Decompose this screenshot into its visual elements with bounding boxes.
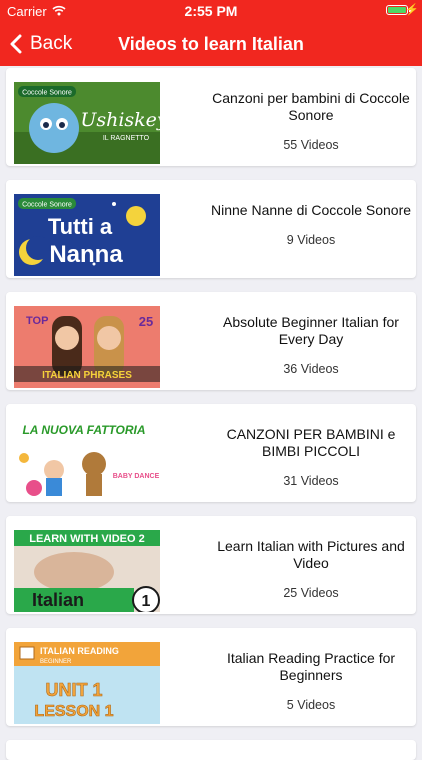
thumb-badge: LEARN WITH VIDEO 2 — [29, 533, 145, 545]
thumb-badge: ITALIAN READING — [40, 646, 119, 656]
playlist-title: Ninne Nanne di Coccole Sonore — [211, 202, 412, 218]
status-bar: Carrier 2:55 PM ⚡ — [0, 0, 422, 22]
playlist-info: Absolute Beginner Italian for Every Day … — [211, 292, 411, 390]
thumb-badge: Coccole Sonore — [22, 202, 72, 209]
thumb-line1: BABY DANCE — [113, 473, 160, 480]
thumb-line1: Ushiskey — [80, 109, 160, 131]
thumb-line2: 1 — [142, 593, 151, 610]
playlist-row[interactable]: Coccole Sonore Ushiskey IL RAGNETTO Canz… — [6, 68, 416, 166]
playlist-info: Learn Italian with Pictures and Video 25… — [211, 516, 411, 614]
playlist-info: Ninne Nanne di Coccole Sonore 9 Videos — [211, 180, 411, 278]
playlist-thumbnail: LA NUOVA FATTORIA BABY DANCE — [14, 418, 160, 500]
thumb-line1: Tutti a — [48, 214, 113, 239]
clock: 2:55 PM — [184, 3, 238, 19]
video-count: 5 Videos — [286, 698, 336, 712]
playlist-info: Canzoni per bambini di Coccole Sonore 55… — [211, 68, 411, 166]
playlist-row[interactable]: Coccole Sonore Tutti a Nanna Ninne Nanne… — [6, 180, 416, 278]
thumb-badge: Coccole Sonore — [22, 90, 72, 97]
playlist-title: Italian Reading Practice for Beginners — [226, 650, 396, 683]
playlist-row-partial[interactable] — [6, 740, 416, 760]
playlist-row[interactable]: LEARN WITH VIDEO 2 Italian 1 Learn Itali… — [6, 516, 416, 614]
thumb-badge: LA NUOVA FATTORIA — [22, 423, 145, 437]
playlist-title: CANZONI PER BAMBINI e BIMBI PICCOLI — [226, 426, 396, 459]
navigation-bar: Back Videos to learn Italian — [0, 22, 422, 66]
playlist-title: Absolute Beginner Italian for Every Day — [223, 314, 399, 347]
playlist-thumbnail: LEARN WITH VIDEO 2 Italian 1 — [14, 530, 160, 612]
thumb-line2: IL RAGNETTO — [103, 135, 150, 142]
playlist-thumbnail: ITALIAN READING BEGINNER UNIT 1 LESSON 1 — [14, 642, 160, 724]
thumb-line1: 25 — [139, 314, 153, 329]
video-count: 31 Videos — [283, 474, 339, 488]
playlist-thumbnail: Coccole Sonore Ushiskey IL RAGNETTO — [14, 82, 160, 164]
charging-icon: ⚡ — [405, 4, 419, 16]
thumb-line2: Nanna — [49, 241, 123, 268]
thumb-line1: Italian — [32, 590, 84, 610]
playlist-info: Italian Reading Practice for Beginners 5… — [211, 628, 411, 726]
playlist-thumbnail: TOP 25 ITALIAN PHRASES — [14, 306, 160, 388]
thumb-line3: LESSON 1 — [34, 703, 113, 720]
page-title: Videos to learn Italian — [118, 34, 304, 54]
playlist-title: Canzoni per bambini di Coccole Sonore — [212, 90, 410, 123]
thumb-line1: BEGINNER — [40, 659, 72, 665]
thumb-line2: UNIT 1 — [45, 680, 102, 700]
playlist-row[interactable]: ITALIAN READING BEGINNER UNIT 1 LESSON 1… — [6, 628, 416, 726]
video-count: 36 Videos — [283, 362, 339, 376]
playlist-thumbnail: Coccole Sonore Tutti a Nanna — [14, 194, 160, 276]
video-count: 25 Videos — [283, 586, 339, 600]
playlist-row[interactable]: LA NUOVA FATTORIA BABY DANCE CANZONI PER… — [6, 404, 416, 502]
playlist-row[interactable]: TOP 25 ITALIAN PHRASES Absolute Beginner… — [6, 292, 416, 390]
video-count: 9 Videos — [286, 233, 336, 247]
thumb-line2: ITALIAN PHRASES — [42, 370, 132, 381]
playlist-title: Learn Italian with Pictures and Video — [217, 538, 405, 571]
thumb-badge: TOP — [26, 315, 48, 327]
playlist-info: CANZONI PER BAMBINI e BIMBI PICCOLI 31 V… — [211, 404, 411, 502]
video-count: 55 Videos — [283, 138, 339, 152]
